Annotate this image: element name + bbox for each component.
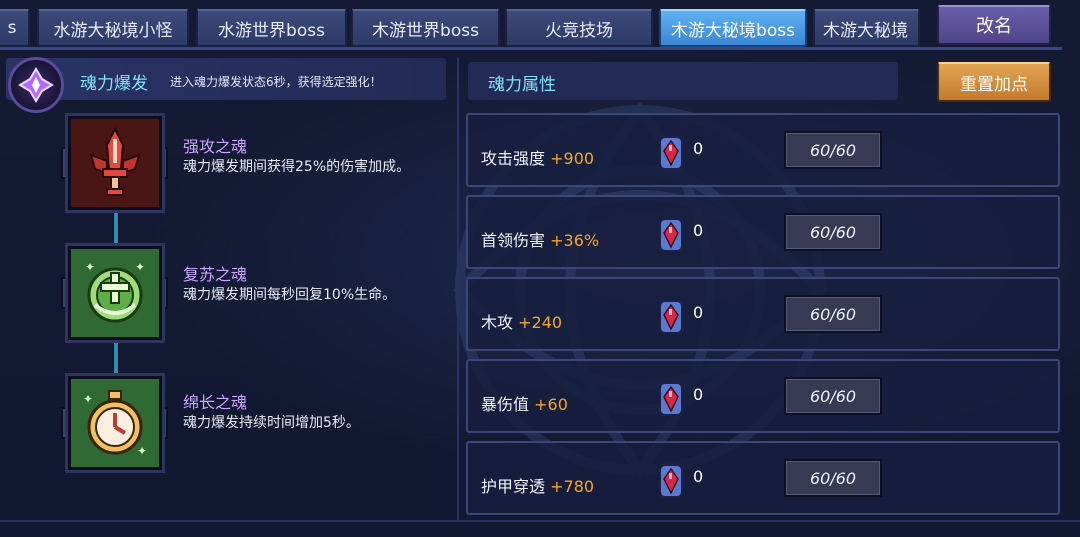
bottom-border xyxy=(0,520,1080,522)
gem-count: 0 xyxy=(693,385,704,404)
skill-connector xyxy=(113,213,119,247)
attribute-cap: 60/60 xyxy=(784,459,882,497)
tab-water-dungeon-mobs[interactable]: 水游大秘境小怪 xyxy=(37,9,189,47)
soul-gem-icon[interactable] xyxy=(656,381,686,417)
attribute-bonus: +780 xyxy=(550,477,595,496)
attribute-row: 攻击强度 +900 0 60/60 xyxy=(466,113,1060,187)
tab-bar: s 水游大秘境小怪 水游世界boss 木游世界boss 火竞技场 木游大秘境bo… xyxy=(0,0,1080,50)
tab-wood-world-boss[interactable]: 木游世界boss xyxy=(351,9,500,47)
svg-text:✦: ✦ xyxy=(135,260,145,274)
attributes-title: 魂力属性 xyxy=(488,75,556,95)
tab-wood-dungeon[interactable]: 木游大秘境 xyxy=(813,9,920,47)
skill-name: 强攻之魂 xyxy=(183,137,248,156)
attribute-row: 护甲穿透 +780 0 60/60 xyxy=(466,441,1060,515)
attribute-cap: 60/60 xyxy=(784,377,882,415)
attribute-bonus: +36% xyxy=(550,231,600,250)
skill-description: 魂力爆发期间获得25%的伤害加成。 xyxy=(183,159,411,175)
attribute-bonus: +60 xyxy=(534,395,568,414)
gem-count: 0 xyxy=(693,221,704,240)
tab-wood-dungeon-boss[interactable]: 木游大秘境boss xyxy=(659,9,807,47)
burst-description: 进入魂力爆发状态6秒，获得选定强化！ xyxy=(170,75,382,89)
attribute-bonus: +900 xyxy=(550,149,595,168)
attribute-cap: 60/60 xyxy=(784,213,882,251)
attribute-name: 护甲穿透 xyxy=(481,477,546,496)
rename-button[interactable]: 改名 xyxy=(937,5,1051,45)
attribute-name: 攻击强度 xyxy=(481,149,546,168)
panel-divider xyxy=(457,58,459,520)
attribute-bonus: +240 xyxy=(518,313,563,332)
clock-icon: ✦ ✦ xyxy=(83,390,147,458)
skill-connector xyxy=(113,343,119,377)
green-heal-icon: ✦ ✦ xyxy=(85,260,145,323)
attribute-label: 木攻 +240 xyxy=(481,309,562,333)
skill-description: 魂力爆发持续时间增加5秒。 xyxy=(183,415,360,431)
attribute-row: 暴伤值 +60 0 60/60 xyxy=(466,359,1060,433)
skill-name: 复苏之魂 xyxy=(183,265,248,284)
attribute-name: 首领伤害 xyxy=(481,231,546,250)
attribute-row: 木攻 +240 0 60/60 xyxy=(466,277,1060,351)
tab-fire-arena[interactable]: 火竞技场 xyxy=(505,9,653,47)
attribute-label: 攻击强度 +900 xyxy=(481,145,594,169)
attribute-row: 首领伤害 +36% 0 60/60 xyxy=(466,195,1060,269)
skill-description: 魂力爆发期间每秒回复10%生命。 xyxy=(183,287,397,303)
tab-underline xyxy=(0,47,1062,50)
skill-node-revival[interactable]: ✦ ✦ xyxy=(68,246,162,340)
skill-node-longevity[interactable]: ✦ ✦ xyxy=(68,376,162,470)
reset-points-button[interactable]: 重置加点 xyxy=(937,62,1051,102)
attribute-name: 暴伤值 xyxy=(481,395,530,414)
burst-title: 魂力爆发 xyxy=(80,74,148,94)
attribute-name: 木攻 xyxy=(481,313,514,332)
gem-count: 0 xyxy=(693,467,704,486)
svg-text:✦: ✦ xyxy=(85,260,95,274)
soul-gem-icon[interactable] xyxy=(656,217,686,253)
svg-text:✦: ✦ xyxy=(83,392,93,406)
skill-name: 绵长之魂 xyxy=(183,393,248,412)
tab-water-world-boss[interactable]: 水游世界boss xyxy=(196,9,347,47)
attribute-cap: 60/60 xyxy=(784,131,882,169)
tab-partial[interactable]: s xyxy=(0,9,30,47)
soul-gem-icon[interactable] xyxy=(656,463,686,499)
attribute-label: 暴伤值 +60 xyxy=(481,391,568,415)
soul-gem-icon[interactable] xyxy=(656,135,686,171)
soul-gem-icon[interactable] xyxy=(656,299,686,335)
attribute-label: 首领伤害 +36% xyxy=(481,227,599,251)
red-sword-icon xyxy=(89,126,141,196)
svg-text:✦: ✦ xyxy=(137,444,147,458)
gem-count: 0 xyxy=(693,303,704,322)
skill-node-strong-attack[interactable] xyxy=(68,116,162,210)
gem-count: 0 xyxy=(693,139,704,158)
soul-burst-icon xyxy=(8,57,64,113)
attribute-label: 护甲穿透 +780 xyxy=(481,473,594,497)
attribute-cap: 60/60 xyxy=(784,295,882,333)
